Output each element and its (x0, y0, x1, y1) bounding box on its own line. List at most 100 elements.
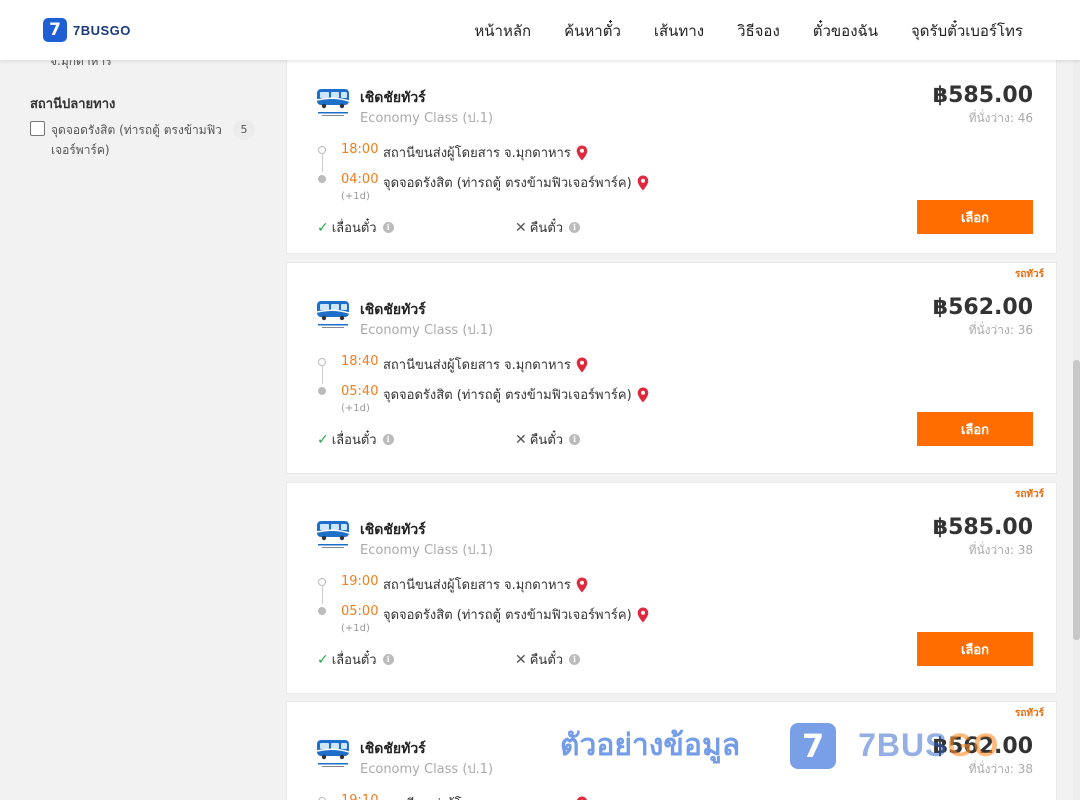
info-icon[interactable]: i (569, 434, 581, 445)
reschedule-policy: ✓ เลื่อนตั๋ว i (317, 217, 394, 238)
seat-class: Economy Class (ป.1) (360, 543, 494, 558)
available-seats: ที่นั่งว่าง: 38 (968, 762, 1033, 776)
arrival-dot (318, 387, 326, 395)
cross-icon: ✕ (515, 431, 527, 448)
select-trip-button[interactable]: เลือก (917, 200, 1033, 234)
seat-class: Economy Class (ป.1) (360, 323, 494, 338)
next-day-indicator: (+1d) (341, 191, 370, 202)
refund-policy: ✕ คืนตั๋ว i (515, 649, 581, 670)
departure-station-label: สถานีขนส่งผู้โดยสาร จ.มุกดาหาร (383, 358, 571, 373)
nav-how-to-book[interactable]: วิธีจอง (737, 19, 780, 43)
ticket-price: ฿585.00 (932, 515, 1033, 540)
filter-count-badge: 5 (233, 120, 255, 140)
ticket-price: ฿585.00 (932, 83, 1033, 108)
map-pin-icon[interactable] (637, 607, 649, 623)
departure-station-label: สถานีขนส่งผู้โดยสาร จ.มุกดาหาร (383, 793, 571, 800)
info-icon[interactable]: i (569, 654, 581, 665)
filter-checkbox[interactable] (30, 121, 45, 136)
arrival-station[interactable]: จุดจอดรังสิต (ท่ารถตู้ ตรงข้ามฟิวเจอร์พา… (383, 172, 649, 193)
operator-name: เชิดชัยทัวร์ (360, 741, 426, 757)
timeline-line (322, 154, 323, 172)
departure-station-label: สถานีขนส่งผู้โดยสาร จ.มุกดาหาร (383, 578, 571, 593)
arrival-dot (318, 175, 326, 183)
cross-icon: ✕ (515, 651, 527, 668)
info-icon[interactable]: i (382, 654, 394, 665)
departure-time: 19:10 (341, 793, 378, 800)
operator-name: เชิดชัยทัวร์ (360, 522, 426, 538)
nav-search-ticket[interactable]: ค้นหาตั๋ว (564, 19, 621, 43)
select-trip-button[interactable]: เลือก (917, 412, 1033, 446)
refund-label: คืนตั๋ว (529, 433, 564, 448)
nav-my-tickets[interactable]: ตั๋วของฉัน (813, 19, 878, 43)
arrival-station[interactable]: จุดจอดรังสิต (ท่ารถตู้ ตรงข้ามฟิวเจอร์พา… (383, 384, 649, 405)
available-seats: ที่นั่งว่าง: 46 (968, 111, 1033, 125)
refund-label: คืนตั๋ว (529, 653, 564, 668)
bus-type-tag: รถทัวร์ (1014, 489, 1044, 500)
arrival-station-label: จุดจอดรังสิต (ท่ารถตู้ ตรงข้ามฟิวเจอร์พา… (383, 176, 632, 191)
operator-logo-icon (316, 521, 350, 548)
seat-class: Economy Class (ป.1) (360, 111, 494, 126)
logo-text: 7BUSGO (73, 22, 131, 38)
info-icon[interactable]: i (382, 434, 394, 445)
trip-card: เชิดชัยทัวร์ Economy Class (ป.1) ฿585.00… (286, 50, 1057, 254)
departure-station-label: สถานีขนส่งผู้โดยสาร จ.มุกดาหาร (383, 146, 571, 161)
map-pin-icon[interactable] (576, 796, 588, 800)
reschedule-label: เลื่อนตั๋ว (331, 653, 377, 668)
bus-type-tag: รถทัวร์ (1014, 708, 1044, 719)
next-day-indicator: (+1d) (341, 623, 370, 634)
timeline-line (322, 366, 323, 384)
cross-icon: ✕ (515, 219, 527, 236)
reschedule-label: เลื่อนตั๋ว (331, 221, 377, 236)
arrival-station[interactable]: จุดจอดรังสิต (ท่ารถตู้ ตรงข้ามฟิวเจอร์พา… (383, 604, 649, 625)
departure-dot (318, 146, 326, 154)
check-icon: ✓ (317, 219, 329, 236)
available-seats: ที่นั่งว่าง: 36 (968, 323, 1033, 337)
operator-logo-icon (316, 89, 350, 116)
arrival-time: 05:00 (341, 604, 379, 619)
ticket-price: ฿562.00 (932, 295, 1033, 320)
next-day-indicator: (+1d) (341, 403, 370, 414)
departure-time: 19:00 (341, 574, 379, 589)
nav-routes[interactable]: เส้นทาง (654, 19, 704, 43)
destination-filter-title: สถานีปลายทาง (30, 97, 116, 112)
select-trip-button[interactable]: เลือก (917, 632, 1033, 666)
map-pin-icon[interactable] (576, 145, 588, 161)
trip-card: รถทัวร์ เชิดชัยทัวร์ Economy Class (ป.1)… (286, 482, 1057, 694)
logo-mark-icon: 7 (43, 18, 67, 42)
map-pin-icon[interactable] (637, 175, 649, 191)
bus-type-tag: รถทัวร์ (1014, 269, 1044, 280)
departure-station[interactable]: สถานีขนส่งผู้โดยสาร จ.มุกดาหาร (383, 574, 588, 595)
refund-policy: ✕ คืนตั๋ว i (515, 429, 581, 450)
arrival-time: 04:00 (341, 172, 379, 187)
map-pin-icon[interactable] (637, 387, 649, 403)
destination-filter-option[interactable]: จุดจอดรังสิต (ท่ารถตู้ ตรงข้ามฟิวเจอร์พา… (30, 120, 255, 160)
operator-name: เชิดชัยทัวร์ (360, 90, 426, 106)
timeline-line (322, 586, 323, 604)
info-icon[interactable]: i (569, 222, 581, 233)
refund-policy: ✕ คืนตั๋ว i (515, 217, 581, 238)
departure-station[interactable]: สถานีขนส่งผู้โดยสาร จ.มุกดาหาร (383, 793, 588, 800)
departure-station[interactable]: สถานีขนส่งผู้โดยสาร จ.มุกดาหาร (383, 354, 588, 375)
map-pin-icon[interactable] (576, 357, 588, 373)
page-scrollbar[interactable] (1073, 60, 1080, 800)
ticket-price: ฿562.00 (932, 734, 1033, 759)
arrival-station-label: จุดจอดรังสิต (ท่ารถตู้ ตรงข้ามฟิวเจอร์พา… (383, 388, 632, 403)
departure-dot (318, 358, 326, 366)
departure-time: 18:00 (341, 142, 379, 157)
seat-class: Economy Class (ป.1) (360, 762, 494, 777)
departure-time: 18:40 (341, 354, 379, 369)
operator-logo-icon (316, 740, 350, 767)
main-nav: หน้าหลัก ค้นหาตั๋ว เส้นทาง วิธีจอง ตั๋วข… (474, 19, 1023, 43)
operator-logo-icon (316, 301, 350, 328)
departure-station[interactable]: สถานีขนส่งผู้โดยสาร จ.มุกดาหาร (383, 142, 588, 163)
nav-home[interactable]: หน้าหลัก (474, 19, 531, 43)
site-logo[interactable]: 7 7BUSGO (43, 18, 131, 42)
refund-label: คืนตั๋ว (529, 221, 564, 236)
map-pin-icon[interactable] (576, 577, 588, 593)
departure-dot (318, 578, 326, 586)
arrival-dot (318, 607, 326, 615)
info-icon[interactable]: i (382, 222, 394, 233)
reschedule-policy: ✓ เลื่อนตั๋ว i (317, 649, 394, 670)
scrollbar-thumb[interactable] (1073, 360, 1080, 640)
nav-pickup-points[interactable]: จุดรับตั๋วเบอร์โทร (911, 19, 1023, 43)
